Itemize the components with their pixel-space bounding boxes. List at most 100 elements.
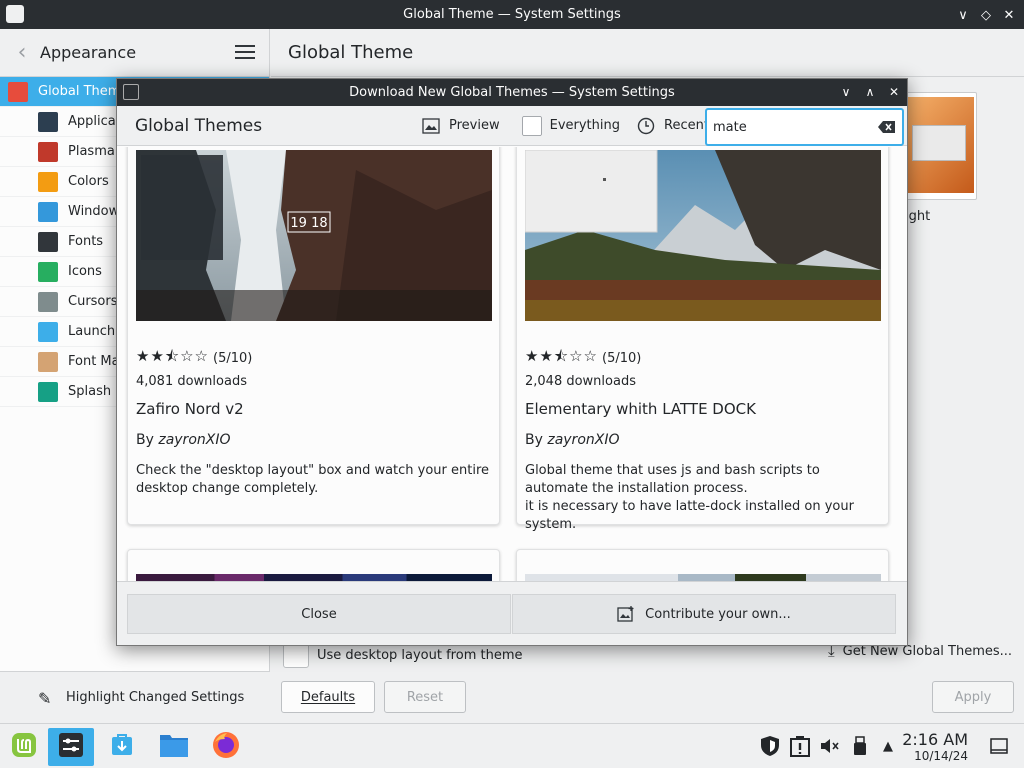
volume-muted-icon[interactable]	[818, 734, 842, 758]
theme-description: Global theme that uses js and bash scrip…	[525, 463, 854, 532]
recent-label: Recent	[664, 118, 709, 133]
icons-icon	[38, 261, 58, 282]
dialog-titlebar: Download New Global Themes — System Sett…	[117, 79, 907, 106]
search-value: mate	[713, 119, 747, 135]
rating-stars: ★★⯪☆☆ (5/10)	[525, 346, 641, 371]
sidebar-item-label: Fonts	[68, 234, 104, 249]
stars-glyphs: ★★⯪☆☆	[136, 347, 209, 365]
show-desktop-icon[interactable]	[987, 734, 1011, 758]
theme-description: Check the "desktop layout" box and watch…	[136, 463, 490, 496]
main-header: Global Theme	[271, 29, 1024, 77]
dialog-close-button[interactable]: ✕	[884, 82, 904, 102]
pencil-icon: ✎	[38, 688, 52, 708]
close-icon: ✕	[1003, 7, 1015, 23]
maximize-button[interactable]: ◇	[975, 4, 997, 26]
dialog-minimize-button[interactable]: ∨	[836, 82, 856, 102]
taskbar-software-manager[interactable]	[102, 728, 142, 766]
back-arrow-icon: ‹	[17, 40, 27, 65]
clock-date: 10/14/24	[914, 749, 968, 763]
preview-label: Preview	[449, 118, 500, 133]
cursors-icon	[38, 291, 58, 312]
theme-thumbnail[interactable]	[897, 92, 977, 200]
dialog-footer: Close Contribute your own...	[117, 581, 907, 645]
theme-card[interactable]	[516, 549, 889, 582]
dialog-maximize-button[interactable]: ∧	[860, 82, 880, 102]
clock-icon	[636, 116, 656, 136]
theme-card[interactable]	[127, 549, 500, 582]
search-input[interactable]: mate	[705, 108, 904, 146]
usb-device-icon[interactable]	[848, 734, 872, 758]
thumbnail-window	[912, 125, 966, 161]
reset-button[interactable]: Reset	[384, 681, 466, 713]
back-button[interactable]: ‹	[10, 40, 34, 65]
author-name[interactable]: zayronXIO	[547, 432, 619, 448]
clear-search-icon[interactable]	[878, 120, 896, 134]
thumbnail-label: ight	[905, 209, 931, 224]
colors-icon	[38, 171, 58, 192]
image-upload-icon	[617, 605, 635, 623]
sidebar-header: ‹ Appearance	[0, 29, 269, 77]
theme-card[interactable]: ★★⯪☆☆ (5/10) 2,048 downloads Elementary w…	[516, 147, 889, 532]
plasma-style-icon	[38, 141, 58, 162]
apply-label: Apply	[954, 689, 992, 705]
window-titlebar: Global Theme — System Settings ∨ ◇ ✕	[0, 0, 1024, 29]
contribute-label: Contribute your own...	[645, 606, 791, 622]
close-window-button[interactable]: ✕	[998, 4, 1020, 26]
theme-grid: 19 18 ★★⯪☆☆ (5/10) 4,081 downloads Zafiro…	[117, 147, 907, 582]
taskbar-firefox[interactable]	[206, 728, 246, 766]
downloads-count: 2,048 downloads	[525, 374, 636, 389]
theme-author: By zayronXIO	[136, 432, 231, 448]
taskbar-system-settings[interactable]	[48, 728, 94, 766]
window-title: Global Theme — System Settings	[403, 7, 621, 22]
preview-button[interactable]: Preview	[413, 111, 508, 141]
software-manager-icon	[108, 731, 136, 763]
download-themes-dialog: Download New Global Themes — System Sett…	[116, 78, 908, 646]
taskbar-file-manager[interactable]	[154, 728, 194, 766]
dialog-heading: Global Themes	[135, 115, 263, 136]
shield-icon[interactable]	[758, 734, 782, 758]
window-decorations-icon	[38, 201, 58, 222]
theme-author: By zayronXIO	[525, 432, 620, 448]
clock[interactable]: 2:16 AM 10/14/24	[896, 731, 968, 764]
reset-label: Reset	[406, 689, 444, 705]
sidebar-item-label: Cursors	[68, 294, 118, 309]
highlight-changed-button[interactable]: ✎ Highlight Changed Settings	[0, 671, 270, 723]
close-icon: ✕	[888, 85, 900, 99]
everything-filter-button[interactable]: Everything	[514, 111, 628, 141]
firefox-icon	[211, 730, 241, 764]
checkbox-icon	[521, 115, 542, 136]
settings-sliders-icon	[57, 731, 85, 763]
recent-sort-button[interactable]: Recent	[628, 111, 717, 141]
everything-label: Everything	[549, 118, 620, 133]
dialog-app-icon	[123, 84, 139, 100]
rating-count: (5/10)	[213, 351, 253, 366]
close-button[interactable]: Close	[127, 594, 511, 634]
by-label: By	[136, 432, 159, 448]
use-desktop-layout-label: Use desktop layout from theme	[317, 647, 523, 663]
fonts-icon	[38, 231, 58, 252]
sidebar-item-label: Colors	[68, 174, 109, 189]
sidebar-item-label: Icons	[68, 264, 102, 279]
diamond-icon: ◇	[981, 7, 991, 23]
chevron-down-icon: ∨	[841, 85, 851, 99]
contribute-button[interactable]: Contribute your own...	[512, 594, 896, 634]
rating-stars: ★★⯪☆☆ (5/10)	[136, 346, 252, 371]
hamburger-menu-button[interactable]	[233, 41, 257, 65]
mint-menu-button[interactable]	[4, 728, 44, 766]
stars-glyphs: ★★⯪☆☆	[525, 347, 598, 365]
minimize-button[interactable]: ∨	[952, 4, 974, 26]
theme-preview-image	[525, 150, 881, 321]
apply-button[interactable]: Apply	[932, 681, 1014, 713]
global-theme-icon	[8, 81, 28, 102]
application-style-icon	[38, 111, 58, 132]
theme-preview-image: 19 18	[136, 150, 492, 321]
launch-feedback-icon	[38, 321, 58, 342]
defaults-button[interactable]: Defaults	[281, 681, 375, 713]
sidebar-item-label: Global Theme	[38, 84, 129, 99]
dialog-title: Download New Global Themes — System Sett…	[349, 85, 675, 100]
theme-card[interactable]: 19 18 ★★⯪☆☆ (5/10) 4,081 downloads Zafiro…	[127, 147, 500, 525]
update-notification-icon[interactable]	[788, 734, 812, 758]
close-label: Close	[301, 606, 337, 622]
author-name[interactable]: zayronXIO	[158, 432, 230, 448]
splash-screen-icon	[38, 381, 58, 402]
